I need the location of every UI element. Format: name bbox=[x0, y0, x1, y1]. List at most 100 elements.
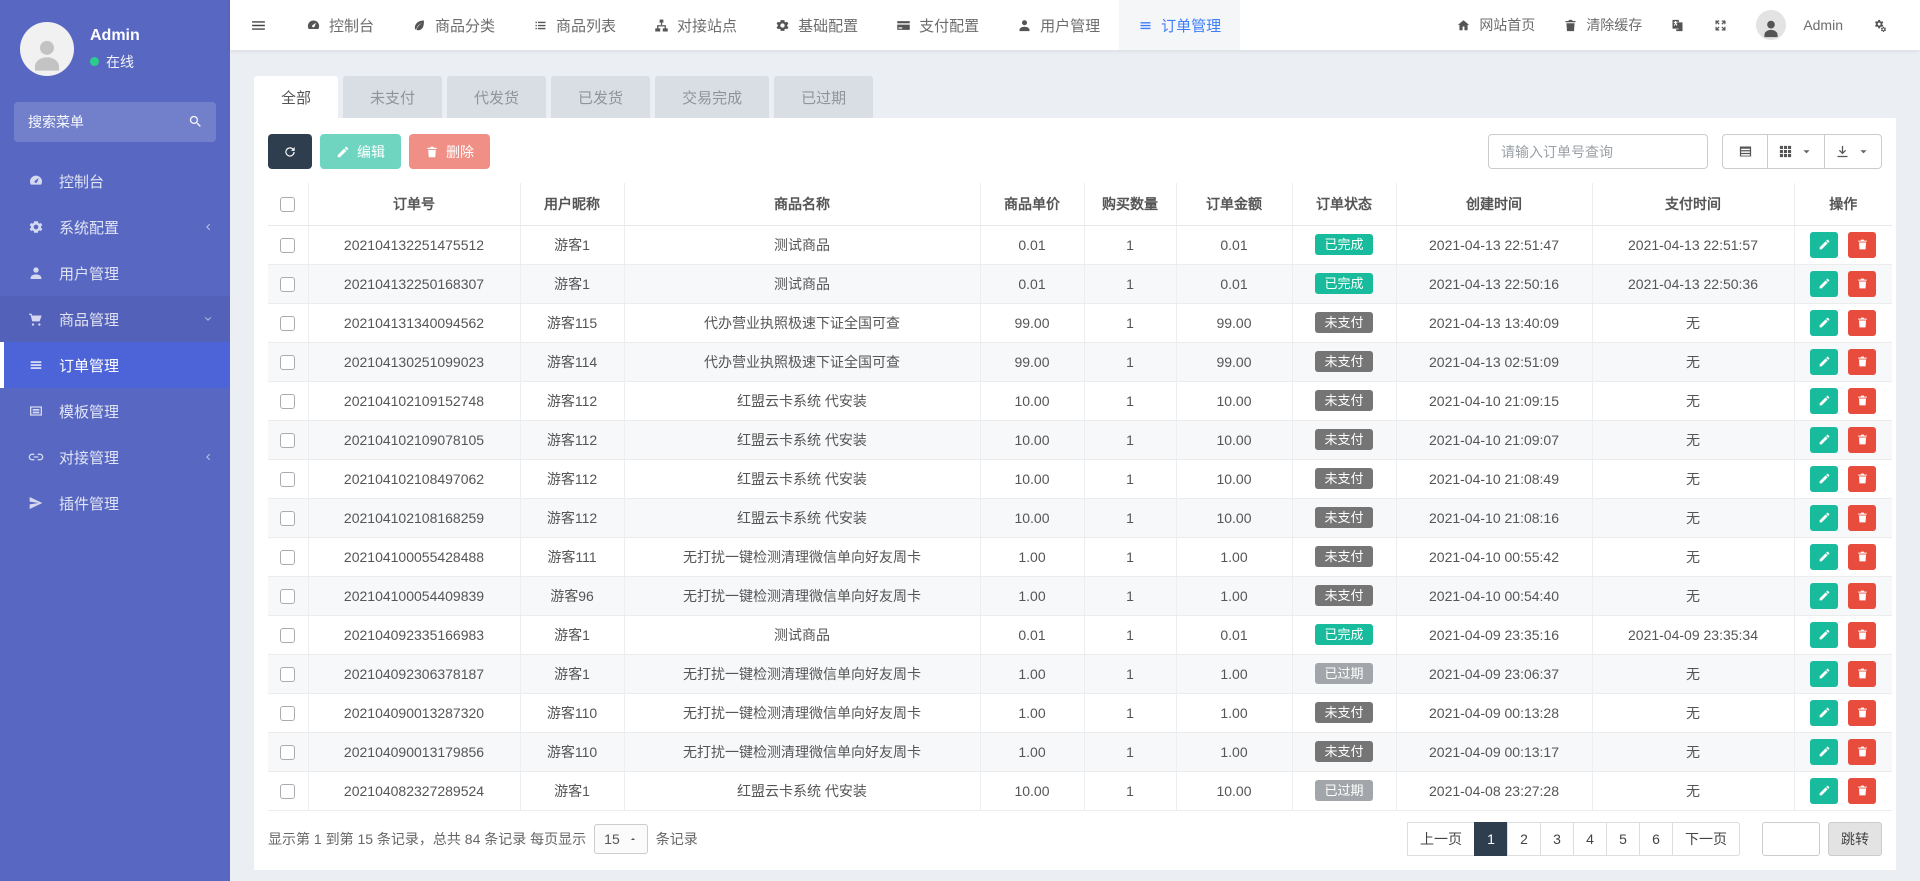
row-checkbox[interactable] bbox=[280, 394, 295, 409]
detail-view-button[interactable] bbox=[1722, 134, 1768, 169]
page-button[interactable]: 上一页 bbox=[1407, 822, 1475, 856]
sidebar-item[interactable]: 用户管理 bbox=[0, 250, 230, 296]
row-edit-button[interactable] bbox=[1810, 739, 1838, 765]
row-edit-button[interactable] bbox=[1810, 310, 1838, 336]
row-checkbox[interactable] bbox=[280, 472, 295, 487]
row-checkbox[interactable] bbox=[280, 511, 295, 526]
row-delete-button[interactable] bbox=[1848, 583, 1876, 609]
navbar-item[interactable]: 商品分类 bbox=[393, 0, 514, 50]
clear-cache-button[interactable]: 清除缓存 bbox=[1549, 0, 1656, 50]
row-checkbox[interactable] bbox=[280, 667, 295, 682]
row-checkbox[interactable] bbox=[280, 589, 295, 604]
row-delete-button[interactable] bbox=[1848, 427, 1876, 453]
row-edit-button[interactable] bbox=[1810, 388, 1838, 414]
expand-icon bbox=[1713, 18, 1728, 33]
row-edit-button[interactable] bbox=[1810, 778, 1838, 804]
status-tab[interactable]: 交易完成 bbox=[655, 76, 769, 118]
paid-time-cell: 无 bbox=[1592, 381, 1794, 420]
row-checkbox[interactable] bbox=[280, 628, 295, 643]
row-edit-button[interactable] bbox=[1810, 427, 1838, 453]
sidebar-item[interactable]: 商品管理 bbox=[0, 296, 230, 342]
row-delete-button[interactable] bbox=[1848, 232, 1876, 258]
page-size-select[interactable]: 15 bbox=[594, 824, 648, 854]
row-checkbox[interactable] bbox=[280, 550, 295, 565]
menu-toggle-button[interactable] bbox=[230, 0, 287, 50]
row-checkbox[interactable] bbox=[280, 277, 295, 292]
sidebar-item[interactable]: 插件管理 bbox=[0, 480, 230, 526]
settings-button[interactable] bbox=[1857, 0, 1902, 50]
row-checkbox[interactable] bbox=[280, 745, 295, 760]
menu-search-input[interactable] bbox=[14, 102, 216, 142]
page-jump-input[interactable] bbox=[1762, 822, 1820, 856]
row-delete-button[interactable] bbox=[1848, 388, 1876, 414]
status-tab[interactable]: 全部 bbox=[254, 76, 338, 118]
page-button[interactable]: 6 bbox=[1639, 822, 1673, 856]
avatar bbox=[20, 22, 74, 76]
sidebar-item[interactable]: 模板管理 bbox=[0, 388, 230, 434]
sidebar-item[interactable]: 订单管理 bbox=[0, 342, 230, 388]
row-checkbox[interactable] bbox=[280, 784, 295, 799]
page-button[interactable]: 4 bbox=[1573, 822, 1607, 856]
sidebar-item[interactable]: 对接管理 bbox=[0, 434, 230, 480]
row-edit-button[interactable] bbox=[1810, 622, 1838, 648]
select-all-checkbox[interactable] bbox=[280, 197, 295, 212]
sidebar-item[interactable]: 系统配置 bbox=[0, 204, 230, 250]
translate-button[interactable] bbox=[1656, 0, 1699, 50]
row-edit-button[interactable] bbox=[1810, 661, 1838, 687]
site-home-button[interactable]: 网站首页 bbox=[1442, 0, 1549, 50]
navbar-item[interactable]: 订单管理 bbox=[1119, 0, 1240, 50]
order-amount-cell: 10.00 bbox=[1176, 420, 1292, 459]
admin-menu[interactable]: Admin bbox=[1742, 0, 1857, 50]
table-row: 202104090013287320 游客110 无打扰一键检测清理微信单向好友… bbox=[268, 693, 1892, 732]
status-tab[interactable]: 已发货 bbox=[551, 76, 650, 118]
page-button[interactable]: 3 bbox=[1540, 822, 1574, 856]
row-edit-button[interactable] bbox=[1810, 544, 1838, 570]
page-button[interactable]: 5 bbox=[1606, 822, 1640, 856]
page-button[interactable]: 下一页 bbox=[1672, 822, 1740, 856]
row-checkbox[interactable] bbox=[280, 433, 295, 448]
row-delete-button[interactable] bbox=[1848, 349, 1876, 375]
navbar-item[interactable]: 基础配置 bbox=[756, 0, 877, 50]
row-delete-button[interactable] bbox=[1848, 700, 1876, 726]
row-checkbox[interactable] bbox=[280, 316, 295, 331]
row-edit-button[interactable] bbox=[1810, 466, 1838, 492]
row-edit-button[interactable] bbox=[1810, 505, 1838, 531]
status-tab[interactable]: 代发货 bbox=[447, 76, 546, 118]
status-tab[interactable]: 已过期 bbox=[774, 76, 873, 118]
refresh-button[interactable] bbox=[268, 134, 312, 169]
navbar-item[interactable]: 对接站点 bbox=[635, 0, 756, 50]
order-search-input[interactable] bbox=[1488, 134, 1708, 169]
fullscreen-button[interactable] bbox=[1699, 0, 1742, 50]
row-delete-button[interactable] bbox=[1848, 271, 1876, 297]
row-checkbox[interactable] bbox=[280, 355, 295, 370]
row-delete-button[interactable] bbox=[1848, 622, 1876, 648]
row-edit-button[interactable] bbox=[1810, 700, 1838, 726]
row-delete-button[interactable] bbox=[1848, 310, 1876, 336]
navbar-item[interactable]: 支付配置 bbox=[877, 0, 998, 50]
navbar-item[interactable]: 控制台 bbox=[287, 0, 393, 50]
row-delete-button[interactable] bbox=[1848, 505, 1876, 531]
navbar-item[interactable]: 商品列表 bbox=[514, 0, 635, 50]
row-edit-button[interactable] bbox=[1810, 583, 1838, 609]
navbar-item[interactable]: 用户管理 bbox=[998, 0, 1119, 50]
row-delete-button[interactable] bbox=[1848, 466, 1876, 492]
status-tab[interactable]: 未支付 bbox=[343, 76, 442, 118]
page-button[interactable]: 2 bbox=[1507, 822, 1541, 856]
page-jump-button[interactable]: 跳转 bbox=[1828, 822, 1882, 856]
delete-button[interactable]: 删除 bbox=[409, 134, 490, 169]
page-button[interactable]: 1 bbox=[1474, 822, 1508, 856]
row-delete-button[interactable] bbox=[1848, 778, 1876, 804]
row-delete-button[interactable] bbox=[1848, 661, 1876, 687]
columns-dropdown-button[interactable] bbox=[1767, 134, 1825, 169]
row-delete-button[interactable] bbox=[1848, 544, 1876, 570]
sidebar-item[interactable]: 控制台 bbox=[0, 158, 230, 204]
row-edit-button[interactable] bbox=[1810, 232, 1838, 258]
edit-button[interactable]: 编辑 bbox=[320, 134, 401, 169]
row-checkbox-cell bbox=[268, 342, 308, 381]
row-delete-button[interactable] bbox=[1848, 739, 1876, 765]
row-edit-button[interactable] bbox=[1810, 271, 1838, 297]
row-checkbox[interactable] bbox=[280, 238, 295, 253]
export-dropdown-button[interactable] bbox=[1824, 134, 1882, 169]
row-checkbox[interactable] bbox=[280, 706, 295, 721]
row-edit-button[interactable] bbox=[1810, 349, 1838, 375]
